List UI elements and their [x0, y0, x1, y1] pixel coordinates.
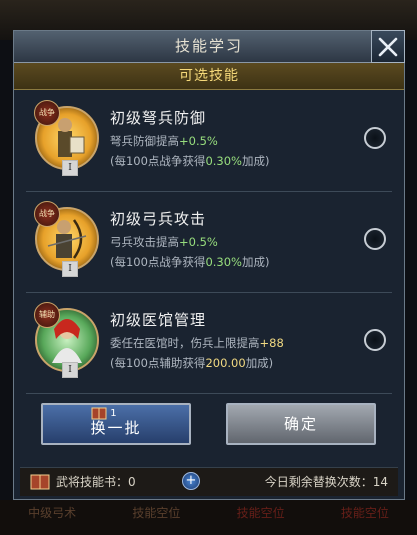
available-skills-bar: 可选技能 — [14, 63, 404, 90]
skill-name: 初级弩兵防御 — [110, 109, 207, 127]
skill-effect-text: 弩兵防御提高 — [110, 134, 179, 148]
skill-books-label: 武将技能书： — [56, 475, 129, 489]
skill-name: 初级弓兵攻击 — [110, 210, 207, 228]
skill-books-value: 0 — [128, 475, 136, 489]
skill-effect: 弩兵防御提高+0.5% — [110, 133, 218, 149]
war-tag-badge: 战争 — [34, 100, 60, 126]
skill-scaling-suffix: 加成) — [241, 154, 270, 168]
skill-effect: 委任在医馆时，伤兵上限提高+88 — [110, 335, 284, 351]
skill-item-crossbow-defense[interactable]: 战争 I 初级弩兵防御 弩兵防御提高+0.5% (每100点战争获得0.30%加… — [20, 91, 398, 192]
war-tag-badge: 战争 — [34, 201, 60, 227]
divider — [26, 393, 392, 394]
plus-icon: + — [185, 473, 197, 488]
skill-effect-text: 弓兵攻击提高 — [110, 235, 179, 249]
skill-effect-value: +0.5% — [179, 134, 218, 148]
bg-tab-1: 中级弓术 — [28, 506, 77, 520]
confirm-label: 确定 — [283, 415, 318, 433]
skill-scaling-prefix: (每100点辅助获得 — [110, 356, 206, 370]
available-skills-title: 可选技能 — [179, 68, 239, 84]
dialog-header: 技能学习 — [14, 31, 404, 63]
add-skill-book-button[interactable]: + — [182, 472, 200, 490]
remaining-replacements: 今日剩余替换次数：14 — [265, 473, 388, 490]
skill-learning-dialog: 技能学习 可选技能 战争 I 初级弩兵防御 弩兵防御提高+0.5% (每100点… — [13, 30, 405, 500]
refresh-skills-button[interactable]: 1 换一批 — [41, 403, 191, 445]
skill-select-radio[interactable] — [364, 127, 386, 149]
skill-effect: 弓兵攻击提高+0.5% — [110, 234, 218, 250]
skill-item-archer-attack[interactable]: 战争 I 初级弓兵攻击 弓兵攻击提高+0.5% (每100点战争获得0.30%加… — [20, 192, 398, 293]
skill-scaling-prefix: (每100点战争获得 — [110, 154, 206, 168]
background-tabs: 中级弓术 技能空位 技能空位 技能空位 — [0, 504, 417, 530]
dialog-title: 技能学习 — [174, 37, 243, 55]
footer-bar: 武将技能书：0 + 今日剩余替换次数：14 — [20, 467, 398, 496]
skill-list: 战争 I 初级弩兵防御 弩兵防御提高+0.5% (每100点战争获得0.30%加… — [20, 91, 398, 423]
skill-scaling-value: 200.00 — [205, 356, 246, 370]
skill-level-badge: I — [62, 261, 78, 277]
skill-level-badge: I — [62, 160, 78, 176]
remaining-value: 14 — [372, 475, 388, 489]
skill-scaling: (每100点辅助获得200.00加成) — [110, 355, 273, 371]
close-button[interactable] — [371, 30, 405, 63]
bg-tab-4: 技能空位 — [340, 506, 389, 520]
confirm-button[interactable]: 确定 — [226, 403, 376, 445]
skill-level-badge: I — [62, 362, 78, 378]
skill-scaling-value: 0.30% — [205, 154, 242, 168]
skill-scaling: (每100点战争获得0.30%加成) — [110, 153, 269, 169]
skill-scaling-value: 0.30% — [205, 255, 242, 269]
remaining-label: 今日剩余替换次数： — [264, 475, 373, 489]
skill-book-icon — [30, 474, 50, 490]
skill-item-infirmary-management[interactable]: 辅助 I 初级医馆管理 委任在医馆时，伤兵上限提高+88 (每100点辅助获得2… — [20, 293, 398, 394]
skill-name: 初级医馆管理 — [110, 311, 207, 329]
skill-scaling-suffix: 加成) — [241, 255, 270, 269]
skill-effect-value: +0.5% — [179, 235, 218, 249]
refresh-label: 换一批 — [90, 419, 142, 437]
skill-scaling-prefix: (每100点战争获得 — [110, 255, 206, 269]
skill-effect-value: +88 — [259, 336, 284, 350]
bg-tab-2: 技能空位 — [132, 506, 181, 520]
bg-tab-3: 技能空位 — [236, 506, 285, 520]
support-tag-badge: 辅助 — [34, 302, 60, 328]
close-x-icon — [378, 37, 398, 57]
skill-select-radio[interactable] — [364, 228, 386, 250]
skill-effect-text: 委任在医馆时，伤兵上限提高 — [110, 336, 260, 350]
skill-books-count: 武将技能书：0 — [56, 473, 136, 490]
skill-scaling-suffix: 加成) — [245, 356, 274, 370]
skill-scaling: (每100点战争获得0.30%加成) — [110, 254, 269, 270]
skill-select-radio[interactable] — [364, 329, 386, 351]
